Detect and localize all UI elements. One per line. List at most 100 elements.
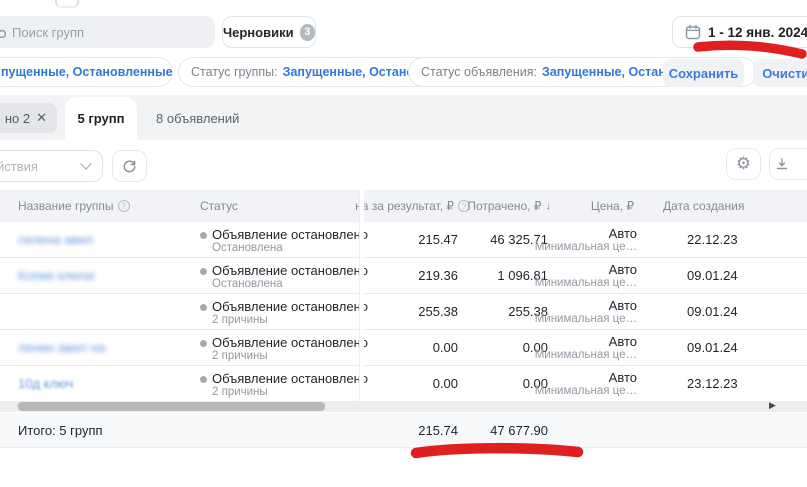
cost-per-result-cell: 219.36 [418, 268, 458, 283]
save-button-label: Сохранить [669, 66, 739, 81]
drafts-count-badge: 3 [300, 24, 315, 41]
clear-filters-button[interactable]: Очистить [753, 59, 807, 87]
status-dot-icon [200, 304, 207, 311]
created-cell: 09.01.24 [687, 268, 738, 283]
status-dot-icon [200, 268, 207, 275]
totals-label: Итого: 5 групп [18, 423, 103, 438]
gear-icon: ⚙ [736, 154, 751, 174]
header-spent-label: Потрачено, ₽ [467, 199, 541, 213]
table-row[interactable]: Объявление остановлено 2 причины 255.38 … [0, 294, 807, 330]
group-name-link-redacted[interactable]: Копия ключи [18, 268, 95, 283]
refresh-icon [122, 159, 137, 174]
header-status-label: Статус [200, 199, 238, 213]
drafts-button[interactable]: Черновики 3 [222, 16, 316, 48]
header-status[interactable]: Статус [200, 190, 238, 222]
status-dot-icon [200, 232, 207, 239]
scroll-right-icon[interactable]: ▶ [769, 400, 776, 411]
status-cell: Объявление остановлено [200, 263, 368, 278]
header-created-label: Дата создания [663, 199, 744, 213]
export-button[interactable] [769, 148, 807, 180]
price-cell: Авто [609, 262, 637, 277]
sort-desc-icon: ↓ [546, 200, 552, 212]
price-cell: Авто [609, 298, 637, 313]
table-header-row: Название группы ? Статус на за результат… [0, 190, 807, 222]
help-icon[interactable]: ? [118, 200, 130, 212]
table-settings-button[interactable]: ⚙ [726, 148, 761, 180]
tab-groups[interactable]: 5 групп [65, 97, 137, 140]
header-group-name[interactable]: Название группы ? [18, 190, 130, 222]
price-sub-cell: Минимальная це… [535, 241, 637, 253]
group-search-field[interactable] [0, 16, 215, 48]
price-cell: Авто [609, 334, 637, 349]
status-sub: 2 причины [212, 386, 268, 398]
created-cell: 23.12.23 [687, 376, 738, 391]
header-cost-per-result-label: на за результат, ₽ [355, 199, 454, 213]
header-created[interactable]: Дата создания [663, 190, 744, 222]
group-name-link-redacted[interactable]: 10д ключ [18, 376, 73, 391]
ads-manager-page: Черновики 3 1 - 12 янв. 2024 пущенные, О… [0, 0, 807, 487]
calendar-icon [685, 24, 701, 40]
created-cell: 22.12.23 [687, 232, 738, 247]
filter-chip-campaign-status[interactable]: пущенные, Остановленные ✕ [0, 57, 173, 87]
cost-per-result-cell: 215.47 [418, 232, 458, 247]
download-icon [775, 157, 789, 171]
table-row[interactable]: селена авил Объявление остановлено Остан… [0, 222, 807, 258]
tab-ads-label: 8 объявлений [156, 111, 239, 126]
date-range-picker[interactable]: 1 - 12 янв. 2024 [672, 16, 807, 48]
filter-chip-campaign-value: пущенные, Остановленные [1, 65, 173, 79]
table-row[interactable]: 10д ключ Объявление остановлено 2 причин… [0, 366, 807, 402]
pinned-column-gap [360, 190, 364, 402]
price-cell: Авто [609, 226, 637, 241]
tab-ads[interactable]: 8 объявлений [142, 97, 253, 140]
status-sub: Остановлена [212, 278, 283, 290]
selection-chip[interactable]: но 2 ✕ [0, 103, 57, 133]
totals-row: Итого: 5 групп 215.74 47 677.90 [0, 413, 807, 448]
selection-chip-label: но 2 [5, 111, 30, 126]
status-cell: Объявление остановлено [200, 371, 368, 386]
table-row[interactable]: ленин авил на Объявление остановлено 2 п… [0, 330, 807, 366]
table-row[interactable]: Копия ключи Объявление остановлено Остан… [0, 258, 807, 294]
created-cell: 09.01.24 [687, 340, 738, 355]
cost-per-result-cell: 0.00 [433, 340, 458, 355]
actions-dropdown-label: йствия [0, 159, 38, 174]
search-input[interactable] [10, 24, 194, 41]
price-cell: Авто [609, 370, 637, 385]
cost-per-result-cell: 0.00 [433, 376, 458, 391]
tab-groups-label: 5 групп [78, 111, 125, 126]
header-price[interactable]: Цена, ₽ [591, 190, 634, 222]
search-icon [0, 26, 6, 38]
filter-chip-group-prefix: Статус группы: [191, 65, 278, 79]
price-sub-cell: Минимальная це… [535, 349, 637, 361]
cost-per-result-cell: 255.38 [418, 304, 458, 319]
price-sub-cell: Минимальная це… [535, 313, 637, 325]
date-range-label: 1 - 12 янв. 2024 [708, 25, 807, 40]
chevron-down-icon [80, 158, 91, 169]
clear-button-label: Очистить [762, 66, 807, 81]
actions-dropdown[interactable]: йствия [0, 150, 103, 182]
filter-chip-ad-prefix: Статус объявления: [421, 65, 537, 79]
totals-cost-per-result: 215.74 [418, 423, 458, 438]
totals-spent: 47 677.90 [490, 423, 548, 438]
drafts-label: Черновики [223, 25, 294, 40]
cropped-element-fragment [55, 0, 79, 8]
status-cell: Объявление остановлено [200, 335, 368, 350]
close-icon[interactable]: ✕ [36, 110, 47, 126]
group-name-link-redacted[interactable]: ленин авил на [18, 340, 105, 355]
horizontal-scrollbar-thumb[interactable] [18, 402, 325, 411]
created-cell: 09.01.24 [687, 304, 738, 319]
header-spent[interactable]: Потрачено, ₽ ↓ [467, 190, 551, 222]
status-sub: Остановлена [212, 242, 283, 254]
status-dot-icon [200, 376, 207, 383]
price-sub-cell: Минимальная це… [535, 277, 637, 289]
status-sub: 2 причины [212, 350, 268, 362]
header-cost-per-result[interactable]: на за результат, ₽ ? [355, 190, 470, 222]
status-cell: Объявление остановлено [200, 227, 368, 242]
refresh-button[interactable] [112, 150, 147, 182]
header-group-name-label: Название группы [18, 199, 114, 213]
header-price-label: Цена, ₽ [591, 199, 634, 213]
status-cell: Объявление остановлено [200, 299, 368, 314]
status-sub: 2 причины [212, 314, 268, 326]
save-filters-button[interactable]: Сохранить [663, 59, 744, 87]
group-name-link-redacted[interactable]: селена авил [18, 232, 93, 247]
status-dot-icon [200, 340, 207, 347]
